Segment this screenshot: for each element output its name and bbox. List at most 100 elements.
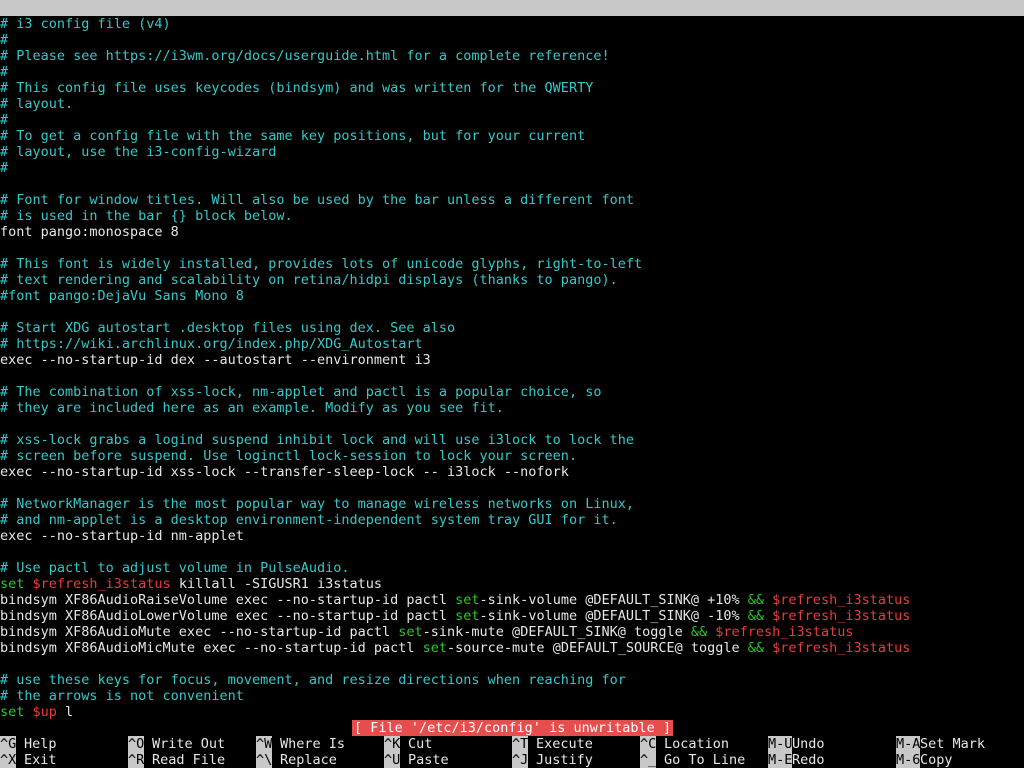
code-token: set: [422, 640, 448, 656]
editor-line[interactable]: #: [0, 32, 1024, 48]
shortcut-key[interactable]: ^U: [384, 752, 401, 768]
editor-line[interactable]: # and nm-applet is a desktop environment…: [0, 512, 1024, 528]
code-token: # NetworkManager is the most popular way…: [0, 496, 634, 512]
editor-line[interactable]: # the arrows is not convenient: [0, 688, 1024, 704]
editor-line[interactable]: # i3 config file (v4): [0, 16, 1024, 32]
code-token: # This config file uses keycodes (bindsy…: [0, 80, 594, 96]
code-token: # use these keys for focus, movement, an…: [0, 672, 626, 688]
shortcut-label: Go To Line: [664, 752, 746, 768]
shortcut-key[interactable]: ^G: [0, 736, 17, 752]
code-token: # screen before suspend. Use loginctl lo…: [0, 448, 578, 464]
editor-line[interactable]: # screen before suspend. Use loginctl lo…: [0, 448, 1024, 464]
editor-line[interactable]: #: [0, 112, 1024, 128]
code-token: # To get a config file with the same key…: [0, 128, 586, 144]
shortcut-label: Copy: [920, 752, 953, 768]
code-token: # Use pactl to adjust volume in PulseAud…: [0, 560, 350, 576]
code-token: # Font for window titles. Will also be u…: [0, 192, 634, 208]
editor-line[interactable]: [0, 416, 1024, 432]
code-token: # https://wiki.archlinux.org/index.php/X…: [0, 336, 423, 352]
editor-line[interactable]: # Start XDG autostart .desktop files usi…: [0, 320, 1024, 336]
shortcut-key[interactable]: ^K: [384, 736, 401, 752]
editor-line[interactable]: # layout, use the i3-config-wizard: [0, 144, 1024, 160]
editor-line[interactable]: exec --no-startup-id dex --autostart --e…: [0, 352, 1024, 368]
code-token: # xss-lock grabs a logind suspend inhibi…: [0, 432, 634, 448]
editor-line[interactable]: bindsym XF86AudioRaiseVolume exec --no-s…: [0, 592, 1024, 608]
code-token: # This font is widely installed, provide…: [0, 256, 643, 272]
shortcut-key[interactable]: ^\: [256, 752, 273, 768]
editor-line[interactable]: # is used in the bar {} block below.: [0, 208, 1024, 224]
editor-line[interactable]: bindsym XF86AudioMute exec --no-startup-…: [0, 624, 1024, 640]
code-token: $up: [32, 704, 57, 720]
code-token: $refresh_i3status: [32, 576, 171, 592]
shortcut-label: Replace: [280, 752, 337, 768]
code-token: font pango:monospace 8: [0, 224, 179, 240]
editor-line[interactable]: #: [0, 160, 1024, 176]
editor-line[interactable]: bindsym XF86AudioLowerVolume exec --no-s…: [0, 608, 1024, 624]
editor-line[interactable]: [0, 656, 1024, 672]
code-token: # layout, use the i3-config-wizard: [0, 144, 277, 160]
editor-line[interactable]: # The combination of xss-lock, nm-applet…: [0, 384, 1024, 400]
shortcut-label: Redo: [792, 752, 825, 768]
code-token: -sink-volume @DEFAULT_SINK@ +10%: [479, 592, 748, 608]
editor-line[interactable]: # Font for window titles. Will also be u…: [0, 192, 1024, 208]
code-token: # they are included here as an example. …: [0, 400, 504, 416]
code-token: #font pango:DejaVu Sans Mono 8: [0, 288, 244, 304]
code-token: bindsym XF86AudioLowerVolume exec --no-s…: [0, 608, 456, 624]
editor-line[interactable]: [0, 304, 1024, 320]
shortcut-key[interactable]: M-6: [896, 752, 921, 768]
code-token: l: [56, 704, 74, 720]
editor-line[interactable]: # use these keys for focus, movement, an…: [0, 672, 1024, 688]
shortcut-label: Cut: [408, 736, 433, 752]
shortcut-key[interactable]: M-A: [896, 736, 921, 752]
editor-line[interactable]: # NetworkManager is the most popular way…: [0, 496, 1024, 512]
editor-line[interactable]: # they are included here as an example. …: [0, 400, 1024, 416]
code-token: set: [455, 608, 480, 624]
shortcut-key[interactable]: ^T: [512, 736, 529, 752]
shortcut-label: Where Is: [280, 736, 346, 752]
editor-line[interactable]: # https://wiki.archlinux.org/index.php/X…: [0, 336, 1024, 352]
code-token: # The combination of xss-lock, nm-applet…: [0, 384, 602, 400]
editor-line[interactable]: [0, 240, 1024, 256]
editor-line[interactable]: [0, 480, 1024, 496]
editor-line[interactable]: # This config file uses keycodes (bindsy…: [0, 80, 1024, 96]
editor-line[interactable]: exec --no-startup-id xss-lock --transfer…: [0, 464, 1024, 480]
shortcut-key[interactable]: ^J: [512, 752, 529, 768]
shortcut-key[interactable]: M-U: [768, 736, 793, 752]
terminal-window: GNU nano 7.1 /etc/i3/config # i3 config …: [0, 0, 1024, 768]
editor-line[interactable]: font pango:monospace 8: [0, 224, 1024, 240]
editor-line[interactable]: # Use pactl to adjust volume in PulseAud…: [0, 560, 1024, 576]
shortcut-key[interactable]: ^W: [256, 736, 273, 752]
editor-line[interactable]: set $up l: [0, 704, 1024, 720]
editor-line[interactable]: # Please see https://i3wm.org/docs/userg…: [0, 48, 1024, 64]
shortcut-label: Exit: [24, 752, 57, 768]
shortcut-key[interactable]: ^_: [640, 752, 657, 768]
shortcut-key[interactable]: ^C: [640, 736, 657, 752]
editor-line[interactable]: set $refresh_i3status killall -SIGUSR1 i…: [0, 576, 1024, 592]
editor-line[interactable]: bindsym XF86AudioMicMute exec --no-start…: [0, 640, 1024, 656]
editor-line[interactable]: exec --no-startup-id nm-applet: [0, 528, 1024, 544]
editor-line[interactable]: [0, 368, 1024, 384]
shortcut-key[interactable]: ^R: [128, 752, 145, 768]
shortcut-label: Execute: [536, 736, 593, 752]
editor-line[interactable]: #font pango:DejaVu Sans Mono 8: [0, 288, 1024, 304]
editor-line[interactable]: # To get a config file with the same key…: [0, 128, 1024, 144]
editor-line[interactable]: # This font is widely installed, provide…: [0, 256, 1024, 272]
editor-line[interactable]: [0, 544, 1024, 560]
editor-line[interactable]: # text rendering and scalability on reti…: [0, 272, 1024, 288]
code-token: &&: [690, 624, 708, 640]
shortcut-key[interactable]: M-E: [768, 752, 793, 768]
shortcut-label: Set Mark: [920, 736, 986, 752]
shortcut-key[interactable]: ^X: [0, 752, 17, 768]
editor-line[interactable]: # xss-lock grabs a logind suspend inhibi…: [0, 432, 1024, 448]
editor-line[interactable]: [0, 176, 1024, 192]
editor-line[interactable]: # layout.: [0, 96, 1024, 112]
code-token: &&: [747, 640, 765, 656]
code-token: killall -SIGUSR1 i3status: [170, 576, 383, 592]
editor-line[interactable]: #: [0, 64, 1024, 80]
code-token: set: [0, 704, 33, 720]
shortcut-key[interactable]: ^O: [128, 736, 145, 752]
code-token: -sink-mute @DEFAULT_SINK@ toggle: [422, 624, 691, 640]
